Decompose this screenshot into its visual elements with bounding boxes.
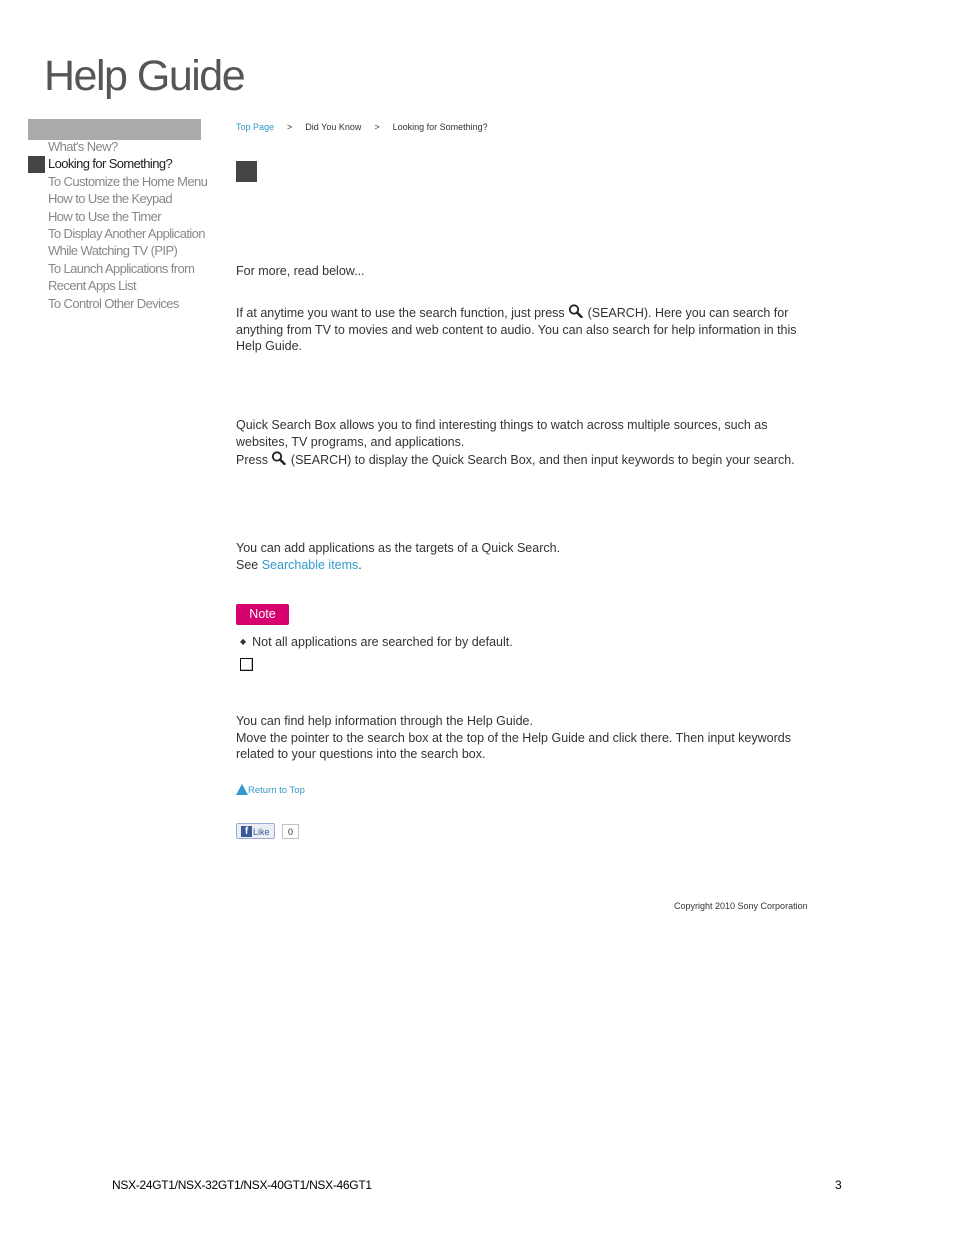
apps-period: . [358,557,362,572]
facebook-like-button[interactable]: f Like [236,823,275,839]
sidebar-item-customize-home-menu[interactable]: To Customize the Home Menu [28,173,208,190]
return-to-top-link[interactable]: Return to Top [236,784,305,796]
sidebar-item-label: To Display Another Application While Wat… [48,226,205,259]
sidebar-item-looking-for-something[interactable]: Looking for Something? [28,155,208,174]
sidebar-item-label: To Customize the Home Menu [48,173,208,189]
footer-model-numbers: NSX-24GT1/NSX-32GT1/NSX-40GT1/NSX-46GT1 [112,1178,372,1192]
sidebar-item-label: To Control Other Devices [48,295,179,311]
breadcrumb-separator: > [374,122,380,132]
page-title-icon [236,161,257,182]
sidebar-item-label: How to Use the Timer [48,208,162,224]
intro-text: For more, read below... [236,264,365,278]
note-list-item: ◆ Not all applications are searched for b… [240,635,513,649]
breadcrumb-separator: > [287,122,293,132]
qsb-press-line: Press (SEARCH) to display the Quick Sear… [236,451,806,469]
apps-para-text: You can add applications as the targets … [236,541,561,555]
search-icon [569,304,583,318]
checkbox-icon [240,658,253,671]
sidebar-item-label: What's New? [48,139,118,154]
footer-page-number: 3 [835,1178,842,1192]
return-to-top-label: Return to Top [248,785,305,796]
breadcrumb: Top Page > Did You Know > Looking for Someth… [236,122,488,132]
help-paragraph: You can find help information through th… [236,713,806,763]
sidebar-item-whats-new[interactable]: What's New? [28,138,208,155]
sidebar-item-control-devices[interactable]: To Control Other Devices [28,295,208,312]
qsb-paragraph: Quick Search Box allows you to find inte… [236,417,806,468]
bullet-icon: ◆ [240,637,247,646]
sidebar-header-bar [28,119,201,140]
qsb-para-text: Press [236,452,272,467]
apps-see-text: See [236,557,262,572]
qsb-para-text: (SEARCH) to display the Quick Search Box… [287,452,795,467]
like-count: 0 [282,824,299,839]
search-icon [272,451,287,465]
search-para-text: If at anytime you want to use the search… [236,306,569,320]
active-marker-icon [28,156,45,174]
sidebar-item-pip[interactable]: To Display Another Application While Wat… [28,225,208,260]
apps-paragraph: You can add applications as the targets … [236,540,806,573]
note-text: Not all applications are searched for by… [252,635,513,649]
qsb-para-text: Quick Search Box allows you to find inte… [236,418,768,449]
help-para-text: You can find help information through th… [236,714,533,728]
sidebar-item-label: How to Use the Keypad [48,191,173,207]
sidebar-item-timer[interactable]: How to Use the Timer [28,208,208,225]
breadcrumb-did-you-know[interactable]: Did You Know [305,122,361,132]
sidebar-item-recent-apps[interactable]: To Launch Applications from Recent Apps … [28,260,208,295]
note-badge: Note [236,604,289,625]
breadcrumb-top-page[interactable]: Top Page [236,122,274,132]
sidebar-nav: What's New? Looking for Something? To Cu… [28,138,208,312]
facebook-icon: f [241,826,252,837]
like-label: Like [253,827,270,837]
breadcrumb-current: Looking for Something? [392,122,488,132]
sidebar-item-label: To Launch Applications from Recent Apps … [48,260,195,294]
help-guide-logo: Help Guide [44,52,246,100]
search-paragraph: If at anytime you want to use the search… [236,304,806,355]
sidebar-item-label: Looking for Something? [48,156,173,172]
searchable-items-link[interactable]: Searchable items [262,558,359,572]
up-arrow-icon [236,784,248,795]
help-para-text: Move the pointer to the search box at th… [236,730,791,762]
copyright: Copyright 2010 Sony Corporation [674,901,808,911]
sidebar-item-keypad[interactable]: How to Use the Keypad [28,190,208,207]
